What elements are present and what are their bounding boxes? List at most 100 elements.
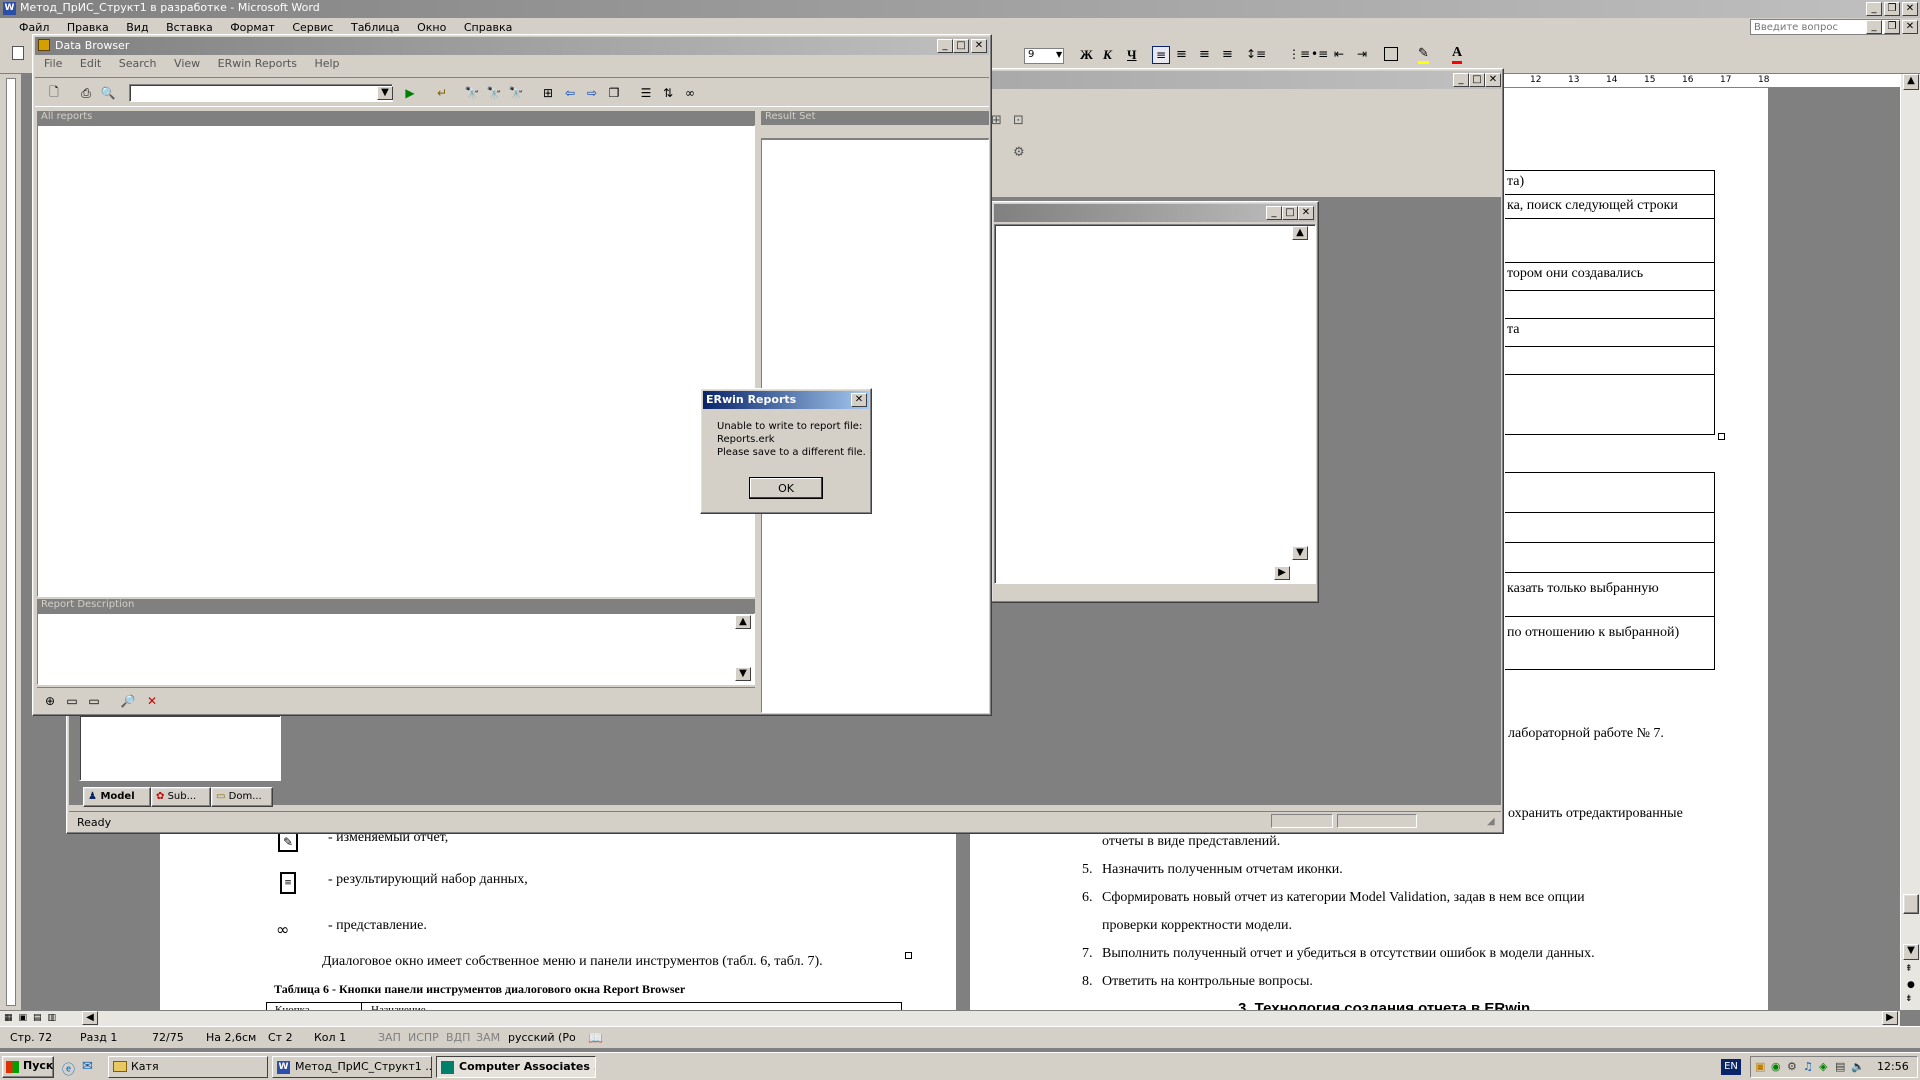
bullets-icon[interactable]: •≡: [1311, 47, 1328, 61]
scroll-left-button[interactable]: ◀: [82, 1011, 98, 1025]
align-left-icon[interactable]: ≡: [1152, 46, 1170, 64]
data-browser-minimize-button[interactable]: _: [937, 39, 953, 53]
align-right-icon[interactable]: ≡: [1199, 47, 1210, 62]
goto-icon[interactable]: ↵: [431, 82, 453, 104]
delete-icon[interactable]: ✕: [141, 690, 163, 712]
description-scroll-down[interactable]: ▼: [735, 667, 751, 681]
db-menu-view[interactable]: View: [167, 57, 207, 70]
tray-icon-6[interactable]: ▤: [1835, 1060, 1845, 1073]
word-menu-window[interactable]: Окно: [410, 21, 453, 34]
erwin-resize-grip[interactable]: ◢: [1487, 816, 1495, 827]
tray-icon-4[interactable]: ♫: [1803, 1060, 1813, 1073]
child-scroll-down[interactable]: ▼: [1292, 546, 1308, 560]
model-explorer-tree[interactable]: [79, 715, 281, 781]
language-indicator[interactable]: EN: [1721, 1059, 1741, 1075]
data-browser-close-button[interactable]: ✕: [971, 39, 987, 53]
find-prev-icon[interactable]: 🔭: [505, 82, 527, 104]
horizontal-ruler[interactable]: 12 13 14 15 16 17 18: [1500, 74, 1905, 88]
vertical-ruler[interactable]: [0, 74, 22, 1010]
report-description-text[interactable]: [37, 613, 755, 685]
word-menu-edit[interactable]: Правка: [60, 21, 116, 34]
find-icon[interactable]: 🔭: [461, 82, 483, 104]
word-menu-help[interactable]: Справка: [457, 21, 519, 34]
erwin-toolbar-icon-3[interactable]: ⚙: [1013, 145, 1025, 160]
word-menu-tools[interactable]: Сервис: [285, 21, 340, 34]
properties-icon[interactable]: 🔎: [117, 690, 139, 712]
next-page-icon[interactable]: ⇟: [1905, 994, 1913, 1004]
word-menu-table[interactable]: Таблица: [344, 21, 407, 34]
child-minimize-button[interactable]: _: [1266, 206, 1282, 220]
dialog-close-button[interactable]: ✕: [851, 393, 867, 407]
word-restore-button[interactable]: ❐: [1884, 2, 1900, 16]
italic-button[interactable]: К: [1103, 47, 1112, 63]
numbering-icon[interactable]: ⋮≡: [1288, 47, 1310, 61]
child-maximize-button[interactable]: □: [1282, 206, 1298, 220]
report-selector-dropdown[interactable]: [129, 84, 393, 102]
child-scroll-right[interactable]: ▶: [1274, 566, 1290, 580]
font-color-icon[interactable]: A: [1452, 45, 1463, 64]
decrease-indent-icon[interactable]: ⇤: [1334, 47, 1344, 61]
word-menu-view[interactable]: Вид: [119, 21, 155, 34]
doc-minimize-button[interactable]: _: [1866, 20, 1882, 34]
taskbar-button-erwin[interactable]: Computer Associates ...: [436, 1056, 596, 1078]
new-doc-icon[interactable]: [12, 46, 24, 60]
scroll-thumb[interactable]: [1903, 894, 1919, 914]
line-spacing-icon[interactable]: ↕≡: [1246, 47, 1266, 61]
tray-icon-5[interactable]: ◈: [1819, 1060, 1827, 1073]
child-canvas[interactable]: [994, 224, 1316, 584]
erwin-close-button[interactable]: ✕: [1485, 73, 1501, 87]
align-center-icon[interactable]: ≡: [1176, 47, 1187, 62]
child-scroll-up[interactable]: ▲: [1292, 226, 1308, 240]
back-arrow-icon[interactable]: ⇦: [559, 82, 581, 104]
taskbar-button-katya[interactable]: Катя: [108, 1056, 268, 1078]
tab-domains[interactable]: ▭ Dom...: [211, 787, 273, 807]
tree-view-icon[interactable]: ⊞: [537, 82, 559, 104]
erwin-minimize-button[interactable]: _: [1453, 73, 1469, 87]
doc-restore-button[interactable]: ❐: [1884, 20, 1900, 34]
select-browse-object-icon[interactable]: ●: [1907, 980, 1915, 990]
taskbar-button-word[interactable]: W Метод_ПрИС_Структ1 ...: [272, 1056, 432, 1078]
erwin-toolbar-icon-1[interactable]: ⊞: [991, 113, 1002, 128]
word-minimize-button[interactable]: _: [1866, 2, 1882, 16]
print-icon[interactable]: ⎙: [75, 82, 97, 104]
tab-subject-areas[interactable]: ✿ Sub...: [151, 787, 211, 807]
ie-quicklaunch-icon[interactable]: ⓔ: [62, 1059, 75, 1078]
tray-icon-3[interactable]: ⚙: [1787, 1060, 1797, 1073]
highlight-icon[interactable]: ✎: [1418, 46, 1429, 64]
copy-icon[interactable]: ❐: [603, 82, 625, 104]
list-icon[interactable]: ☰: [635, 82, 657, 104]
db-menu-file[interactable]: File: [37, 57, 69, 70]
scroll-up-button[interactable]: ▲: [1903, 74, 1919, 90]
justify-icon[interactable]: ≡: [1222, 47, 1233, 62]
db-menu-edit[interactable]: Edit: [73, 57, 108, 70]
status-rec[interactable]: ЗАП: [378, 1027, 401, 1049]
tab-model[interactable]: ♟ Model: [83, 787, 151, 807]
bold-button[interactable]: Ж: [1080, 47, 1093, 63]
db-menu-search[interactable]: Search: [112, 57, 164, 70]
erwin-maximize-button[interactable]: □: [1469, 73, 1485, 87]
tray-icon-7[interactable]: 🔈: [1851, 1060, 1865, 1073]
prev-page-icon[interactable]: ⇞: [1905, 964, 1913, 974]
spelling-status-icon[interactable]: 📖: [588, 1031, 603, 1045]
word-vertical-scrollbar[interactable]: ▲ ▼ ⇞ ● ⇟: [1900, 74, 1920, 1010]
increase-indent-icon[interactable]: ⇥: [1357, 47, 1367, 61]
word-close-button[interactable]: ✕: [1902, 2, 1918, 16]
forward-arrow-icon[interactable]: ⇨: [581, 82, 603, 104]
status-ext[interactable]: ВДП: [446, 1027, 470, 1049]
all-reports-tree[interactable]: [37, 125, 755, 597]
clock[interactable]: 12:56: [1877, 1060, 1909, 1073]
run-report-icon[interactable]: ▶: [399, 82, 421, 104]
start-button[interactable]: Пуск: [2, 1056, 54, 1078]
new-report-icon[interactable]: 🗋: [43, 82, 65, 104]
doc-close-button[interactable]: ✕: [1902, 20, 1918, 34]
tray-icon-2[interactable]: ◉: [1771, 1060, 1781, 1073]
report-selector-arrow[interactable]: ▼: [377, 86, 393, 100]
add-folder-icon[interactable]: ⊕: [39, 690, 61, 712]
add-subreport-icon[interactable]: ▭: [83, 690, 105, 712]
dialog-ok-button[interactable]: OK: [749, 477, 823, 499]
view-glasses-toolbar-icon[interactable]: ∞: [679, 82, 701, 104]
tray-icon-1[interactable]: ▣: [1755, 1060, 1765, 1073]
word-menu-insert[interactable]: Вставка: [159, 21, 220, 34]
status-trk[interactable]: ИСПР: [408, 1027, 439, 1049]
description-scroll-up[interactable]: ▲: [735, 615, 751, 629]
